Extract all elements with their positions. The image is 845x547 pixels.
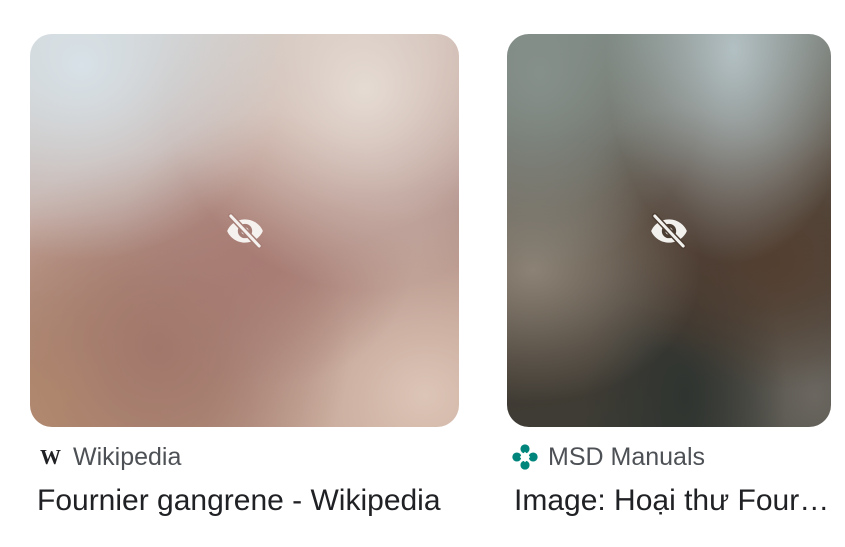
result-source[interactable]: W Wikipedia	[37, 441, 459, 473]
image-result-card[interactable]: W Wikipedia Fournier gangrene - Wikipedi…	[30, 34, 459, 520]
result-source[interactable]: MSD Manuals	[512, 441, 831, 473]
blurred-image-thumbnail[interactable]	[507, 34, 831, 427]
eye-off-icon	[649, 211, 689, 251]
result-title-link[interactable]: Image: Hoại thư Fournier	[514, 482, 838, 520]
image-result-card[interactable]: MSD Manuals Image: Hoại thư Fournier	[507, 34, 838, 520]
source-name: Wikipedia	[73, 443, 182, 471]
eye-off-icon	[225, 211, 265, 251]
blurred-image-thumbnail[interactable]	[30, 34, 459, 427]
result-title-link[interactable]: Fournier gangrene - Wikipedia	[37, 482, 452, 520]
image-results-grid: W Wikipedia Fournier gangrene - Wikipedi…	[0, 0, 845, 547]
msd-manuals-logo-icon	[512, 444, 538, 470]
source-name: MSD Manuals	[548, 443, 705, 471]
wikipedia-w-icon: W	[40, 444, 61, 469]
